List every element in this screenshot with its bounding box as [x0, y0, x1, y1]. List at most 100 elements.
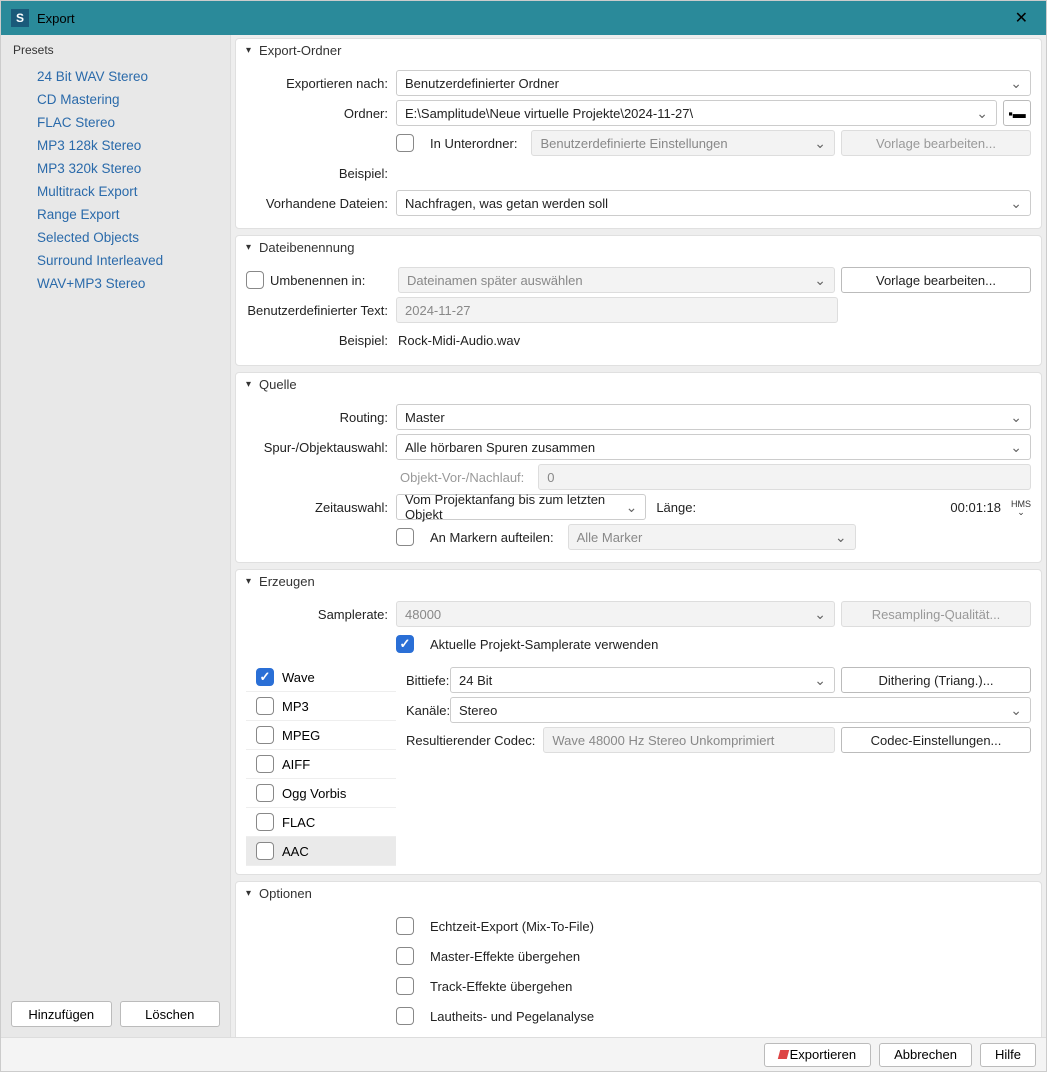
- track-select-label: Spur-/Objektauswahl:: [246, 440, 396, 455]
- codec-settings-button[interactable]: Codec-Einstellungen...: [841, 727, 1031, 753]
- section-header-generate[interactable]: ▾ Erzeugen: [236, 570, 1041, 593]
- routing-label: Routing:: [246, 410, 396, 425]
- subfolder-checkbox[interactable]: [396, 134, 414, 152]
- dithering-button[interactable]: Dithering (Triang.)...: [841, 667, 1031, 693]
- chevron-down-icon: ▾: [246, 576, 251, 587]
- close-button[interactable]: ✕: [1007, 4, 1036, 32]
- naming-example-value: Rock-Midi-Audio.wav: [396, 333, 520, 348]
- custom-text-input[interactable]: 2024-11-27: [396, 297, 838, 323]
- bitdepth-label: Bittiefe:: [402, 673, 450, 688]
- format-flac-checkbox[interactable]: [256, 813, 274, 831]
- preset-list: 24 Bit WAV Stereo CD Mastering FLAC Ster…: [1, 61, 230, 991]
- cancel-button[interactable]: Abbrechen: [879, 1043, 972, 1067]
- format-mp3-checkbox[interactable]: [256, 697, 274, 715]
- length-value: 00:01:18: [948, 500, 1001, 515]
- preset-item[interactable]: Range Export: [1, 203, 230, 226]
- folder-example-label: Beispiel:: [246, 166, 396, 181]
- preset-item[interactable]: Surround Interleaved: [1, 249, 230, 272]
- time-label: Zeitauswahl:: [246, 500, 396, 515]
- channels-label: Kanäle:: [402, 703, 450, 718]
- preset-item[interactable]: WAV+MP3 Stereo: [1, 272, 230, 295]
- loudness-analysis-checkbox[interactable]: [396, 1007, 414, 1025]
- routing-select[interactable]: Master: [396, 404, 1031, 430]
- preset-item[interactable]: CD Mastering: [1, 88, 230, 111]
- preset-item[interactable]: MP3 128k Stereo: [1, 134, 230, 157]
- section-header-naming[interactable]: ▾ Dateibenennung: [236, 236, 1041, 259]
- preset-item[interactable]: Selected Objects: [1, 226, 230, 249]
- window-title: Export: [37, 11, 1007, 26]
- format-aac-checkbox[interactable]: [256, 842, 274, 860]
- bypass-master-fx-label: Master-Effekte übergehen: [426, 949, 588, 964]
- subfolder-select[interactable]: Benutzerdefinierte Einstellungen: [531, 130, 835, 156]
- format-aac[interactable]: AAC: [246, 837, 396, 866]
- bypass-track-fx-label: Track-Effekte übergehen: [426, 979, 580, 994]
- track-select[interactable]: Alle hörbaren Spuren zusammen: [396, 434, 1031, 460]
- export-to-label: Exportieren nach:: [246, 76, 396, 91]
- template-edit-button[interactable]: Vorlage bearbeiten...: [841, 130, 1031, 156]
- folder-label: Ordner:: [246, 106, 396, 121]
- format-flac[interactable]: FLAC: [246, 808, 396, 837]
- add-preset-button[interactable]: Hinzufügen: [11, 1001, 112, 1027]
- use-project-sr-label: Aktuelle Projekt-Samplerate verwenden: [426, 637, 666, 652]
- format-aiff[interactable]: AIFF: [246, 750, 396, 779]
- section-header-folder[interactable]: ▾ Export-Ordner: [236, 39, 1041, 62]
- hms-unit-dropdown[interactable]: HMS: [1011, 499, 1031, 515]
- preset-item[interactable]: FLAC Stereo: [1, 111, 230, 134]
- format-mpeg[interactable]: MPEG: [246, 721, 396, 750]
- presets-sidebar: Presets 24 Bit WAV Stereo CD Mastering F…: [1, 35, 231, 1037]
- format-wave[interactable]: Wave: [246, 663, 396, 692]
- naming-example-label: Beispiel:: [246, 333, 396, 348]
- preset-item[interactable]: MP3 320k Stereo: [1, 157, 230, 180]
- folder-icon: ▪▬: [1008, 106, 1026, 121]
- format-mpeg-checkbox[interactable]: [256, 726, 274, 744]
- bypass-track-fx-checkbox[interactable]: [396, 977, 414, 995]
- codec-label: Resultierender Codec:: [402, 733, 543, 748]
- export-button[interactable]: Exportieren: [764, 1043, 871, 1067]
- preset-item[interactable]: Multitrack Export: [1, 180, 230, 203]
- split-markers-checkbox[interactable]: [396, 528, 414, 546]
- section-header-source[interactable]: ▾ Quelle: [236, 373, 1041, 396]
- format-ogg[interactable]: Ogg Vorbis: [246, 779, 396, 808]
- app-logo-icon: S: [11, 9, 29, 27]
- rename-label: Umbenennen in:: [270, 273, 398, 288]
- folder-path-select[interactable]: E:\Samplitude\Neue virtuelle Projekte\20…: [396, 100, 997, 126]
- loudness-analysis-label: Lautheits- und Pegelanalyse: [426, 1009, 602, 1024]
- naming-template-button[interactable]: Vorlage bearbeiten...: [841, 267, 1031, 293]
- section-header-options[interactable]: ▾ Optionen: [236, 882, 1041, 905]
- chevron-down-icon: ▾: [246, 45, 251, 56]
- format-list: Wave MP3 MPEG AIFF Ogg Vorbis FLAC AAC: [246, 663, 396, 866]
- export-to-select[interactable]: Benutzerdefinierter Ordner: [396, 70, 1031, 96]
- samplerate-select[interactable]: 48000: [396, 601, 835, 627]
- existing-files-label: Vorhandene Dateien:: [246, 196, 396, 211]
- lead-input[interactable]: 0: [538, 464, 1031, 490]
- use-project-sr-checkbox[interactable]: [396, 635, 414, 653]
- realtime-export-checkbox[interactable]: [396, 917, 414, 935]
- format-aiff-checkbox[interactable]: [256, 755, 274, 773]
- browse-folder-button[interactable]: ▪▬: [1003, 100, 1031, 126]
- dialog-footer: Exportieren Abbrechen Hilfe: [1, 1037, 1046, 1071]
- chevron-down-icon: ▾: [246, 379, 251, 390]
- codec-value: Wave 48000 Hz Stereo Unkomprimiert: [543, 727, 835, 753]
- custom-text-label: Benutzerdefinierter Text:: [246, 303, 396, 318]
- existing-files-select[interactable]: Nachfragen, was getan werden soll: [396, 190, 1031, 216]
- delete-preset-button[interactable]: Löschen: [120, 1001, 221, 1027]
- bitdepth-select[interactable]: 24 Bit: [450, 667, 835, 693]
- split-markers-select[interactable]: Alle Marker: [568, 524, 856, 550]
- rename-checkbox[interactable]: [246, 271, 264, 289]
- length-label: Länge:: [652, 500, 704, 515]
- subfolder-label: In Unterordner:: [426, 136, 525, 151]
- format-ogg-checkbox[interactable]: [256, 784, 274, 802]
- flag-icon: [777, 1050, 788, 1059]
- preset-item[interactable]: 24 Bit WAV Stereo: [1, 65, 230, 88]
- rename-select[interactable]: Dateinamen später auswählen: [398, 267, 835, 293]
- lead-label: Objekt-Vor-/Nachlauf:: [396, 470, 532, 485]
- bypass-master-fx-checkbox[interactable]: [396, 947, 414, 965]
- realtime-export-label: Echtzeit-Export (Mix-To-File): [426, 919, 602, 934]
- help-button[interactable]: Hilfe: [980, 1043, 1036, 1067]
- presets-heading: Presets: [1, 35, 230, 61]
- channels-select[interactable]: Stereo: [450, 697, 1031, 723]
- format-mp3[interactable]: MP3: [246, 692, 396, 721]
- time-select[interactable]: Vom Projektanfang bis zum letzten Objekt: [396, 494, 646, 520]
- resample-quality-button[interactable]: Resampling-Qualität...: [841, 601, 1031, 627]
- format-wave-checkbox[interactable]: [256, 668, 274, 686]
